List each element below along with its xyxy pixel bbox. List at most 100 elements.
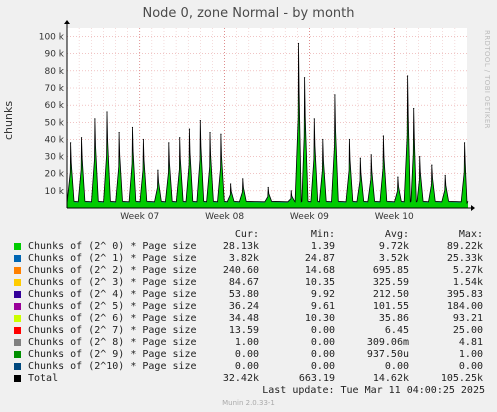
peak-point xyxy=(370,154,372,156)
legend-min: 0.00 xyxy=(310,349,335,360)
peak-point xyxy=(413,107,415,110)
legend-max: 25.00 xyxy=(452,325,483,336)
peak-point xyxy=(334,94,336,96)
legend-row: Chunks of (2^ 0) * Page size 28.13k 1.39 9.… xyxy=(0,241,497,253)
y-tick-label: 50 k xyxy=(44,118,64,128)
legend-max: 1.54k xyxy=(452,277,483,288)
legend-avg: 14.62k xyxy=(372,373,409,384)
legend-cur: 53.80 xyxy=(228,289,259,300)
legend-row: Chunks of (2^ 6) * Page size 34.48 10.30 35… xyxy=(0,313,497,325)
legend-cur: 1.00 xyxy=(234,337,259,348)
peak-point xyxy=(303,77,306,79)
legend-swatch xyxy=(14,315,21,322)
peak-point xyxy=(431,164,433,166)
legend-row: Chunks of (2^ 5) * Page size 36.24 9.61 101… xyxy=(0,301,497,313)
legend-min: 10.35 xyxy=(304,277,335,288)
legend-cur: 28.13k xyxy=(222,241,259,252)
legend-avg: 309.06m xyxy=(366,337,409,348)
legend-label: Chunks of (2^ 1) * Page size xyxy=(28,253,197,264)
peak-point xyxy=(444,174,446,177)
legend-max: 1.00 xyxy=(458,349,483,360)
legend-swatch xyxy=(14,255,21,262)
legend-swatch xyxy=(14,243,21,250)
legend-max: 4.81 xyxy=(458,337,483,348)
legend-avg: 3.52k xyxy=(378,253,409,264)
legend-cur: 32.42k xyxy=(222,373,259,384)
legend-min: 0.00 xyxy=(310,361,335,372)
legend-row: Chunks of (2^ 8) * Page size 1.00 0.00 309.… xyxy=(0,337,497,349)
legend-avg: 101.55 xyxy=(372,301,409,312)
legend-row: Chunks of (2^ 9) * Page size 0.00 0.00 937.… xyxy=(0,349,497,361)
peak-point xyxy=(157,169,159,171)
peak-point xyxy=(94,118,96,120)
peak-point xyxy=(290,190,292,192)
peak-point xyxy=(397,176,399,178)
legend-swatch xyxy=(14,375,21,382)
peak-point xyxy=(267,186,269,189)
legend-header: Cur: Min: Avg: Max: xyxy=(0,229,497,241)
legend-label: Chunks of (2^ 2) * Page size xyxy=(28,265,197,276)
legend-cur: 3.82k xyxy=(228,253,259,264)
legend-cur: 84.67 xyxy=(228,277,259,288)
x-tick-label: Week 10 xyxy=(375,212,414,222)
legend-max: 0.00 xyxy=(458,361,483,372)
legend-cur: 13.59 xyxy=(228,325,259,336)
last-update: Last update: Tue Mar 11 04:00:25 2025 xyxy=(262,385,485,396)
peak-point xyxy=(242,178,244,180)
legend-header-avg: Avg: xyxy=(384,229,409,240)
legend-label: Chunks of (2^10) * Page size xyxy=(28,361,197,372)
legend-cur: 0.00 xyxy=(234,361,259,372)
legend-row: Chunks of (2^10) * Page size 0.00 0.00 0.00… xyxy=(0,361,497,373)
peak-point xyxy=(220,133,222,135)
legend-swatch xyxy=(14,279,21,286)
peak-point xyxy=(106,111,108,113)
peak-point xyxy=(70,142,72,144)
y-tick-label: 60 k xyxy=(44,101,64,111)
legend-row: Total 32.42k 663.19 14.62k 105.25k xyxy=(0,373,497,385)
munin-version: Munin 2.0.33-1 xyxy=(222,399,275,407)
legend-row: Chunks of (2^ 1) * Page size 3.82k 24.87 3.… xyxy=(0,253,497,265)
legend-header-min: Min: xyxy=(310,229,335,240)
peak-point xyxy=(188,128,191,130)
legend-cur: 0.00 xyxy=(234,349,259,360)
peak-point xyxy=(142,138,144,141)
legend-label: Chunks of (2^ 3) * Page size xyxy=(28,277,197,288)
legend-min: 9.92 xyxy=(310,289,335,300)
legend-swatch xyxy=(14,327,21,334)
legend-max: 89.22k xyxy=(446,241,483,252)
legend-header-max: Max: xyxy=(458,229,483,240)
x-tick-label: Week 09 xyxy=(290,212,329,222)
peak-point xyxy=(463,142,466,144)
y-tick-label: 80 k xyxy=(44,67,64,77)
legend-label: Total xyxy=(28,373,59,384)
legend-cur: 36.24 xyxy=(228,301,259,312)
legend-avg: 0.00 xyxy=(384,361,409,372)
y-tick-label: 100 k xyxy=(39,33,65,43)
legend-swatch xyxy=(14,339,21,346)
peak-point xyxy=(297,42,300,45)
y-tick-label: 30 k xyxy=(44,153,64,163)
legend-max: 93.21 xyxy=(452,313,483,324)
y-tick-label: 20 k xyxy=(44,170,64,180)
legend-row: Chunks of (2^ 2) * Page size 240.60 14.68 6… xyxy=(0,265,497,277)
legend-min: 663.19 xyxy=(298,373,335,384)
legend-header-cur: Cur: xyxy=(234,229,259,240)
legend-swatch xyxy=(14,363,21,370)
legend-row: Chunks of (2^ 7) * Page size 13.59 0.00 6.4… xyxy=(0,325,497,337)
legend-avg: 6.45 xyxy=(384,325,409,336)
peak-point xyxy=(419,155,421,158)
legend-label: Chunks of (2^ 8) * Page size xyxy=(28,337,197,348)
peak-point xyxy=(407,75,409,77)
legend-label: Chunks of (2^ 6) * Page size xyxy=(28,313,197,324)
legend-min: 1.39 xyxy=(310,241,335,252)
legend-max: 105.25k xyxy=(440,373,483,384)
legend-label: Chunks of (2^ 4) * Page size xyxy=(28,289,197,300)
legend-row: Chunks of (2^ 3) * Page size 84.67 10.35 32… xyxy=(0,277,497,289)
peak-point xyxy=(80,137,83,139)
legend-max: 395.83 xyxy=(446,289,483,300)
legend-max: 25.33k xyxy=(446,253,483,264)
legend-avg: 937.50u xyxy=(366,349,409,360)
peak-point xyxy=(168,142,170,144)
legend-label: Chunks of (2^ 0) * Page size xyxy=(28,241,197,252)
peak-point xyxy=(313,118,315,120)
